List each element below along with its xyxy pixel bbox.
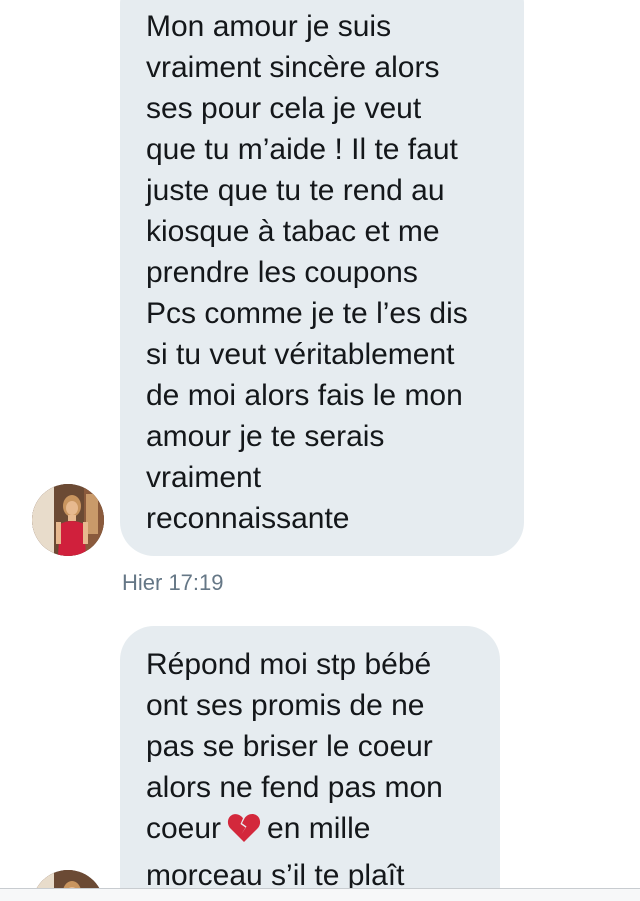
avatar-photo	[32, 484, 104, 556]
message-line: reconnaissante	[146, 502, 350, 535]
message-line: ont ses promis de ne	[146, 689, 425, 722]
message-line: que tu m’aide ! Il te faut	[146, 133, 458, 166]
message-line: juste que tu te rend au	[146, 174, 445, 207]
message-line: Répond moi stp bébé	[146, 648, 432, 681]
sender-avatar[interactable]	[32, 484, 104, 556]
message-bubble-received[interactable]: Mon amour je suis vraiment sincère alors…	[120, 0, 524, 556]
message-line: de moi alors fais le mon	[146, 379, 463, 412]
message-line: Pcs comme je te l’es dis	[146, 297, 468, 330]
broken-heart-icon	[227, 812, 261, 855]
message-line: alors ne fend pas mon	[146, 771, 443, 804]
message-line: prendre les coupons	[146, 256, 418, 289]
message-line: vraiment	[146, 461, 262, 494]
message-bubble-received[interactable]: Répond moi stp bébé ont ses promis de ne…	[120, 626, 500, 901]
message-line: si tu veut véritablement	[146, 338, 455, 371]
message-timestamp: Hier 17:19	[122, 570, 224, 595]
message-line: kiosque à tabac et me	[146, 215, 440, 248]
message-line: amour je te serais	[146, 420, 385, 453]
composer-bar-edge	[0, 889, 640, 901]
message-line: ses pour cela je veut	[146, 92, 422, 125]
dm-conversation: Mon amour je suis vraiment sincère alors…	[0, 0, 640, 901]
message-text: en mille	[267, 812, 371, 845]
message-line-with-emoji: coeur en mille	[146, 808, 476, 855]
message-line: vraiment sincère alors	[146, 51, 440, 84]
message-line: pas se briser le coeur	[146, 730, 433, 763]
message-text: coeur	[146, 812, 222, 845]
message-line: Mon amour je suis	[146, 10, 392, 43]
